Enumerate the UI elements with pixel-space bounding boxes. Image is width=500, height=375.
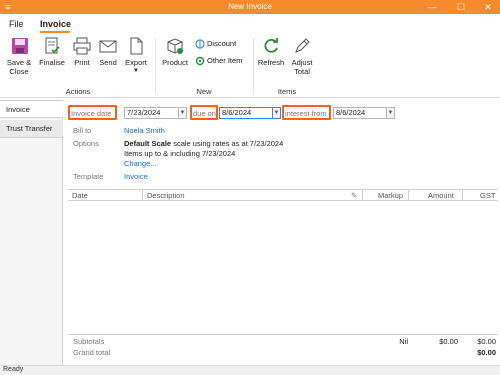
grand-total-value: $0.00 bbox=[477, 348, 496, 357]
other-item-button[interactable]: Other Item bbox=[195, 56, 242, 66]
invoice-date-field[interactable]: 7/23/2024 bbox=[124, 107, 180, 119]
print-label: Print bbox=[74, 58, 90, 67]
items-group-label: Items bbox=[277, 87, 297, 96]
document-icon bbox=[130, 37, 143, 55]
title-bar: ≡ New Invoice — ☐ ✕ bbox=[0, 0, 500, 14]
menu-invoice[interactable]: Invoice bbox=[40, 19, 71, 29]
product-button[interactable]: Product bbox=[159, 36, 191, 67]
ribbon-separator bbox=[155, 38, 156, 94]
adjust-total-label: Adjust Total bbox=[291, 58, 313, 76]
due-on-dropdown[interactable]: ▼ bbox=[272, 107, 281, 119]
subtotals-amount: $0.00 bbox=[439, 337, 458, 346]
export-button[interactable]: Export ▼ bbox=[122, 36, 150, 75]
subtotals-markup: Nil bbox=[399, 337, 408, 346]
status-text: Ready bbox=[3, 366, 24, 373]
menu-bar: File Invoice bbox=[0, 14, 500, 34]
column-gst[interactable]: GST bbox=[480, 191, 495, 200]
finalise-icon bbox=[45, 37, 60, 54]
discount-button[interactable]: Discount bbox=[195, 39, 236, 49]
column-separator bbox=[408, 190, 409, 201]
column-separator bbox=[362, 190, 363, 201]
discount-label: Discount bbox=[207, 39, 237, 48]
adjust-total-button[interactable]: Adjust Total bbox=[287, 36, 317, 76]
ribbon-separator bbox=[253, 38, 254, 94]
print-button[interactable]: Print bbox=[70, 36, 94, 67]
invoice-date-label: Invoice date bbox=[71, 109, 112, 118]
other-item-icon bbox=[195, 56, 205, 66]
tab-trust-transfer[interactable]: Trust Transfer bbox=[0, 120, 63, 138]
tab-invoice[interactable]: Invoice bbox=[0, 100, 63, 118]
bill-to-link[interactable]: Noela Smith bbox=[124, 126, 165, 135]
due-on-field[interactable]: 8/6/2024 bbox=[219, 107, 275, 119]
pencil-icon bbox=[295, 38, 310, 53]
chevron-down-icon: ▼ bbox=[133, 68, 139, 74]
refresh-button[interactable]: Refresh bbox=[257, 36, 285, 67]
column-date[interactable]: Date bbox=[72, 191, 88, 200]
finalise-button[interactable]: Finalise bbox=[38, 36, 66, 67]
discount-icon bbox=[195, 39, 205, 49]
export-label: Export bbox=[125, 58, 147, 67]
options-scale-text: Default Scale scale using rates as at 7/… bbox=[124, 139, 283, 148]
minimize-button[interactable]: — bbox=[420, 0, 444, 14]
options-label: Options bbox=[73, 139, 99, 148]
maximize-button[interactable]: ☐ bbox=[449, 0, 473, 14]
options-scale-name: Default Scale bbox=[124, 139, 172, 148]
column-markup[interactable]: Markup bbox=[378, 191, 403, 200]
grand-total-label: Grand total bbox=[73, 348, 111, 357]
invoice-date-dropdown[interactable]: ▼ bbox=[178, 107, 187, 119]
active-menu-indicator bbox=[40, 31, 70, 33]
close-button[interactable]: ✕ bbox=[476, 0, 500, 14]
subtotals-gst: $0.00 bbox=[477, 337, 496, 346]
actions-group-label: Actions bbox=[65, 87, 91, 96]
edit-pencil-icon: ✎ bbox=[351, 191, 358, 200]
send-label: Send bbox=[99, 58, 117, 67]
options-scale-rest: scale using rates as at 7/23/2024 bbox=[171, 139, 284, 148]
printer-icon bbox=[73, 37, 91, 55]
template-link[interactable]: Invoice bbox=[124, 172, 148, 181]
save-close-label: Save & Close bbox=[6, 58, 32, 76]
column-separator bbox=[462, 190, 463, 201]
ribbon: Save & Close Finalise Print Send Export … bbox=[0, 34, 500, 98]
change-options-link[interactable]: Change... bbox=[124, 159, 157, 168]
interest-from-field[interactable]: 8/6/2024 bbox=[333, 107, 389, 119]
side-tabs: Invoice Trust Transfer bbox=[0, 100, 63, 365]
subtotals-label: Subtotals bbox=[73, 337, 105, 346]
product-box-icon bbox=[167, 38, 183, 54]
totals-divider bbox=[68, 334, 498, 335]
column-description[interactable]: Description bbox=[147, 191, 185, 200]
refresh-icon bbox=[264, 38, 278, 53]
interest-from-dropdown[interactable]: ▼ bbox=[386, 107, 395, 119]
bill-to-label: Bill to bbox=[73, 126, 92, 135]
send-button[interactable]: Send bbox=[96, 36, 120, 67]
options-items-text: Items up to & including 7/23/2024 bbox=[124, 149, 236, 158]
due-on-label: due on bbox=[193, 109, 216, 118]
other-item-label: Other Item bbox=[207, 56, 243, 65]
column-amount[interactable]: Amount bbox=[428, 191, 454, 200]
save-close-button[interactable]: Save & Close bbox=[4, 36, 36, 76]
menu-file[interactable]: File bbox=[9, 19, 24, 29]
template-label: Template bbox=[73, 172, 104, 181]
items-grid-header: Date Description ✎ Markup Amount GST bbox=[68, 189, 498, 201]
interest-from-label: interest from bbox=[285, 109, 327, 118]
envelope-icon bbox=[99, 40, 117, 53]
product-label: Product bbox=[162, 58, 188, 67]
refresh-label: Refresh bbox=[257, 58, 285, 67]
new-group-label: New bbox=[196, 87, 212, 96]
status-bar: Ready bbox=[0, 365, 500, 375]
finalise-label: Finalise bbox=[39, 58, 65, 67]
save-icon bbox=[12, 38, 28, 54]
column-separator bbox=[142, 190, 143, 201]
